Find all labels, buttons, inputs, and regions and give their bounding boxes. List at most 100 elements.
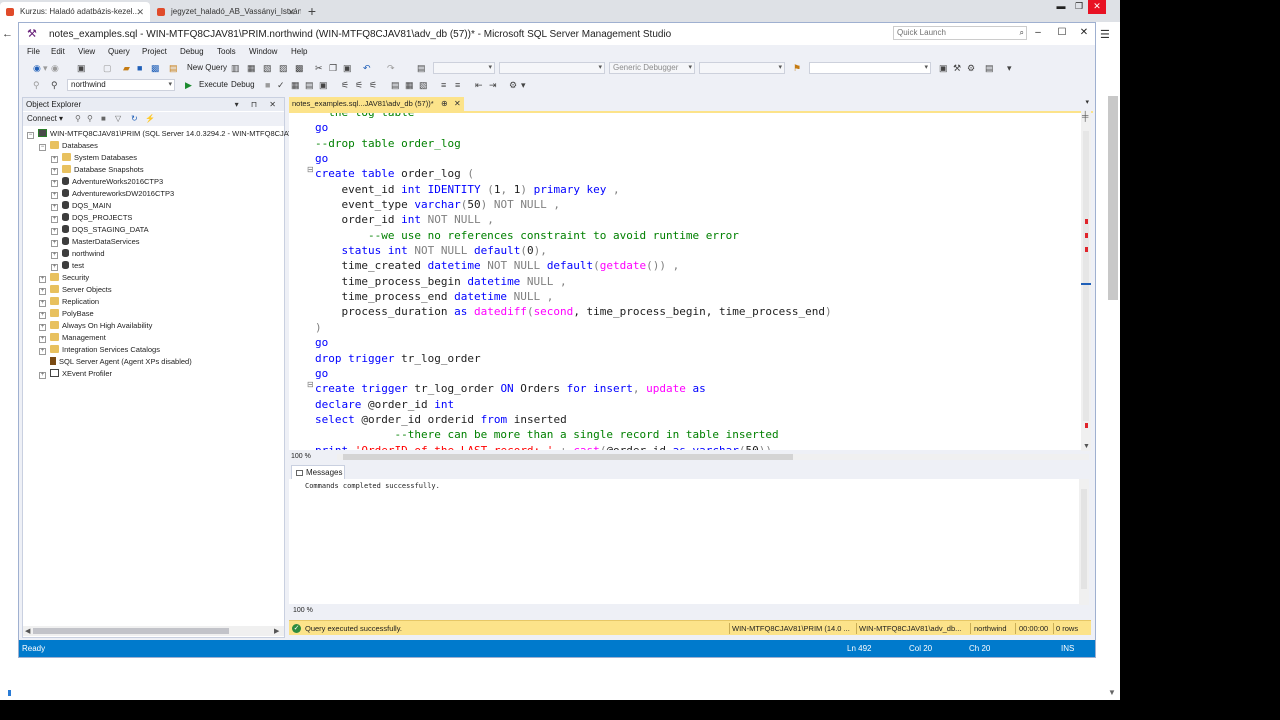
live-stats-icon[interactable]: ⚟	[355, 79, 363, 91]
scroll-down-icon[interactable]: ▼	[1108, 688, 1116, 697]
parse-icon[interactable]: ✓	[277, 79, 285, 91]
analysis-icon[interactable]: ▦	[247, 62, 256, 74]
editor-vscroll[interactable]	[1081, 111, 1091, 451]
debugger-combo[interactable]: Generic Debugger ▾	[609, 62, 695, 74]
editor-zoom[interactable]: 100 %	[291, 452, 311, 462]
tree-node[interactable]: − WIN-MTFQ8CJAV81\PRIM (SQL Server 14.0.3…	[27, 128, 331, 140]
close-tab-icon[interactable]: ✕	[136, 2, 144, 22]
copy-icon[interactable]: ❐	[329, 62, 337, 74]
menu-debug[interactable]: Debug	[180, 45, 204, 59]
query-designer-icon[interactable]: ▤	[305, 79, 314, 91]
tree-node[interactable]: + DQS_PROJECTS	[51, 212, 132, 224]
save-icon[interactable]: ■	[137, 62, 142, 74]
tree-node[interactable]: + XEvent Profiler	[39, 368, 112, 380]
tree-node[interactable]: + Integration Services Catalogs	[39, 344, 160, 356]
browser-minimize-button[interactable]: ▬	[1052, 0, 1070, 14]
expand-icon[interactable]: +	[39, 348, 46, 355]
close-tab-icon[interactable]: ✕	[287, 2, 295, 22]
minimize-button[interactable]: ‒	[1031, 27, 1045, 39]
menu-tools[interactable]: Tools	[217, 45, 236, 59]
scroll-left-icon[interactable]: ◀	[25, 627, 30, 635]
tree-node[interactable]: + MasterDataServices	[51, 236, 140, 248]
stop-icon[interactable]: ■	[101, 113, 106, 125]
tools-icon[interactable]: ⚒	[953, 62, 961, 74]
menu-window[interactable]: Window	[249, 45, 277, 59]
filter-icon[interactable]: ▽	[115, 113, 121, 125]
editor-hscroll[interactable]	[337, 454, 1089, 460]
connect-button[interactable]: Connect ▾	[27, 113, 63, 125]
properties-icon[interactable]: ▣	[939, 62, 948, 74]
specify-values-icon[interactable]: ⚙	[509, 79, 517, 91]
collapse-icon[interactable]: −	[27, 132, 34, 139]
results-to-grid-icon[interactable]: ▦	[405, 79, 414, 91]
display-plan-icon[interactable]: ▦	[291, 79, 300, 91]
new-tab-button[interactable]: +	[304, 2, 320, 20]
decrease-indent-icon[interactable]: ⇤	[475, 79, 483, 91]
page-scrollbar-thumb[interactable]	[1108, 96, 1118, 300]
menu-project[interactable]: Project	[142, 45, 167, 59]
database-query-icon[interactable]: ▥	[231, 62, 240, 74]
solution-config-combo[interactable]: ▾	[433, 62, 495, 74]
tree-node[interactable]: + AdventureworksDW2016CTP3	[51, 188, 174, 200]
expand-icon[interactable]: +	[39, 312, 46, 319]
find-icon[interactable]: ⚑	[793, 62, 801, 74]
dropdown-arrow-icon[interactable]: ▾	[43, 62, 48, 74]
execute-icon[interactable]: ▶	[185, 79, 192, 91]
menu-help[interactable]: Help	[291, 45, 307, 59]
mdx-icon[interactable]: ▧	[263, 62, 272, 74]
activity-monitor-icon[interactable]: ▤	[417, 62, 426, 74]
tree-node[interactable]: + System Databases	[51, 152, 137, 164]
back-icon[interactable]: ◉	[33, 62, 41, 74]
expand-icon[interactable]: +	[39, 372, 46, 379]
cancel-query-icon[interactable]: ■	[265, 79, 270, 91]
uncomment-icon[interactable]: ≡	[455, 79, 460, 91]
expand-icon[interactable]: +	[51, 216, 58, 223]
results-to-file-icon[interactable]: ▧	[419, 79, 428, 91]
intellisense-icon[interactable]: ▣	[319, 79, 328, 91]
expand-icon[interactable]: +	[51, 264, 58, 271]
client-stats-icon[interactable]: ⚟	[369, 79, 377, 91]
connect-icon[interactable]: ⚲	[33, 79, 40, 91]
expand-icon[interactable]: +	[51, 240, 58, 247]
collapse-icon[interactable]: ⊟	[307, 165, 314, 174]
close-tab-icon[interactable]: ✕	[454, 97, 461, 111]
tree-node[interactable]: + Replication	[39, 296, 99, 308]
expand-icon[interactable]: +	[51, 252, 58, 259]
paste-icon[interactable]: ▣	[343, 62, 352, 74]
include-plan-icon[interactable]: ⚟	[341, 79, 349, 91]
expand-icon[interactable]: +	[51, 204, 58, 211]
results-vscroll[interactable]	[1079, 479, 1089, 605]
browser-tab-course[interactable]: Kurzus: Haladó adatbázis-kezel... ✕	[0, 2, 150, 22]
connect-object-icon[interactable]: ⚲	[75, 113, 81, 125]
messages-tab[interactable]: Messages	[291, 465, 345, 479]
scroll-thumb[interactable]	[1081, 489, 1087, 589]
tree-node[interactable]: + Server Objects	[39, 284, 112, 296]
database-selector[interactable]: northwind ▾	[67, 79, 175, 91]
back-arrow-icon[interactable]: ←	[2, 28, 16, 42]
expand-icon[interactable]: +	[39, 336, 46, 343]
undo-icon[interactable]: ↶	[363, 62, 371, 74]
cut-icon[interactable]: ✂	[315, 62, 323, 74]
dmx-icon[interactable]: ▨	[279, 62, 288, 74]
document-list-dropdown-icon[interactable]: ▾	[1085, 98, 1089, 106]
tree-node[interactable]: + Always On High Availability	[39, 320, 152, 332]
menu-file[interactable]: File	[27, 45, 40, 59]
change-connection-icon[interactable]: ⚲	[51, 79, 58, 91]
expand-icon[interactable]: +	[51, 180, 58, 187]
tree-node[interactable]: + AdventureWorks2016CTP3	[51, 176, 163, 188]
expand-icon[interactable]: +	[51, 192, 58, 199]
find-combo[interactable]: ▾	[809, 62, 931, 74]
disconnect-icon[interactable]: ⚲	[87, 113, 93, 125]
comment-icon[interactable]: ≡	[441, 79, 446, 91]
toolbar-options-icon[interactable]: ▾	[1007, 62, 1012, 74]
tree-node[interactable]: + Security	[39, 272, 89, 284]
window-layout-icon[interactable]: ▤	[985, 62, 994, 74]
object-explorer-hscroll[interactable]: ◀ ▶	[23, 626, 284, 636]
document-tab[interactable]: notes_examples.sql...JAV81\adv_db (57))*…	[289, 97, 464, 111]
browser-menu-icon[interactable]: ☰	[1100, 28, 1114, 42]
scroll-thumb[interactable]	[33, 628, 229, 634]
redo-icon[interactable]: ↷	[387, 62, 395, 74]
save-all-icon[interactable]: ▩	[151, 62, 160, 74]
tree-node[interactable]: + test	[51, 260, 84, 272]
activity-icon[interactable]: ⚡	[145, 113, 155, 125]
